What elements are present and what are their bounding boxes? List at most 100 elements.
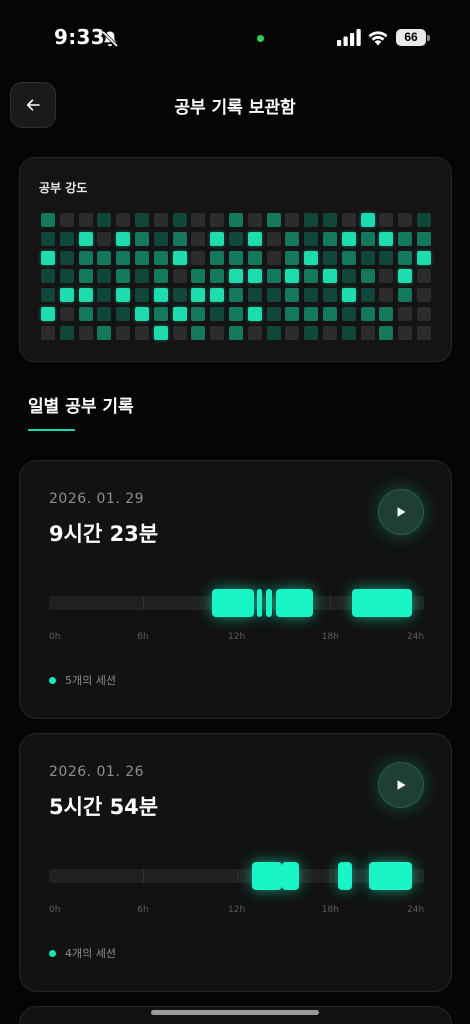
heatmap-cell — [191, 250, 206, 265]
heatmap-cell — [398, 213, 413, 227]
heatmap-cell — [304, 325, 319, 340]
study-session-bar[interactable] — [211, 589, 254, 617]
heatmap-cell — [228, 306, 243, 321]
heatmap-cell — [210, 213, 225, 227]
heatmap-cell — [153, 269, 168, 284]
heatmap-cell — [379, 306, 394, 321]
heatmap-cell — [341, 231, 356, 246]
day-record-card[interactable]: 2026. 01. 26 5시간 54분 0h 6h 12h 18h 24h 4개의 세… — [19, 733, 452, 992]
heatmap-cell — [78, 213, 93, 227]
heatmap-cell — [228, 231, 243, 246]
heatmap-cell — [153, 213, 168, 227]
heatmap-cell — [285, 306, 300, 321]
play-button[interactable] — [378, 489, 424, 535]
heatmap-cell — [379, 288, 394, 303]
heatmap-cell — [172, 269, 187, 284]
heatmap-cell — [379, 250, 394, 265]
heatmap-cell — [210, 250, 225, 265]
session-dot — [49, 677, 56, 684]
heatmap-cell — [59, 306, 74, 321]
heatmap-cell — [153, 288, 168, 303]
heatmap-cell — [360, 213, 375, 227]
heatmap-cell — [379, 325, 394, 340]
heatmap-cell — [97, 306, 112, 321]
heatmap-cell — [379, 213, 394, 227]
heatmap-cell — [247, 269, 262, 284]
heatmap-cell — [78, 325, 93, 340]
study-session-bar[interactable] — [281, 862, 299, 890]
study-session-bar[interactable] — [266, 589, 273, 617]
heatmap-cell — [228, 269, 243, 284]
heatmap-cell — [172, 213, 187, 227]
day-duration: 9시간 23분 — [49, 522, 159, 546]
heatmap-cell — [59, 269, 74, 284]
heatmap-cell — [398, 231, 413, 246]
play-button[interactable] — [378, 762, 424, 808]
axis-label: 24h — [407, 632, 425, 642]
heatmap-cell — [398, 325, 413, 340]
heatmap-cell — [398, 306, 413, 321]
heatmap-cell — [78, 231, 93, 246]
heatmap-cell — [322, 250, 337, 265]
heatmap-cell — [59, 325, 74, 340]
timeline-tick — [236, 869, 238, 883]
study-session-bar[interactable] — [369, 862, 412, 890]
day-record-card[interactable]: 2026. 01. 29 9시간 23분 0h 6h 12h 18h 24h 5개의 세… — [19, 460, 452, 719]
axis-label: 6h — [137, 905, 149, 915]
privacy-indicator-dot — [257, 35, 264, 42]
heatmap-cell — [41, 250, 55, 265]
session-dot — [49, 950, 56, 957]
heatmap-cell — [266, 213, 281, 227]
heatmap-cell — [322, 325, 337, 340]
heatmap-cell — [285, 288, 300, 303]
heatmap-cell — [97, 231, 112, 246]
study-session-bar[interactable] — [338, 862, 353, 890]
study-session-bar[interactable] — [275, 589, 314, 617]
heatmap-cell — [247, 288, 262, 303]
heatmap-cell — [172, 325, 187, 340]
heatmap-cell — [322, 306, 337, 321]
heatmap-cell — [41, 288, 55, 303]
heatmap-cell — [191, 288, 206, 303]
heatmap-cell — [266, 325, 281, 340]
heatmap-cell — [59, 213, 74, 227]
day-record-card-partial[interactable] — [19, 1006, 452, 1024]
heatmap-cell — [172, 231, 187, 246]
heatmap-cell — [191, 269, 206, 284]
study-session-bar[interactable] — [256, 589, 262, 617]
heatmap-cell — [134, 213, 149, 227]
heatmap-cell — [322, 213, 337, 227]
heatmap-cell — [191, 213, 206, 227]
page-title: 공부 기록 보관함 — [174, 98, 296, 118]
heatmap-cell — [97, 213, 112, 227]
heatmap-cell — [266, 269, 281, 284]
session-count: 5개의 세션 — [65, 674, 116, 687]
timeline-tick — [142, 869, 144, 883]
heatmap-cell — [210, 231, 225, 246]
battery-indicator: 66 — [396, 29, 430, 46]
day-duration: 5시간 54분 — [49, 795, 159, 819]
study-session-bar[interactable] — [252, 862, 282, 890]
heatmap-cell — [341, 250, 356, 265]
study-session-bar[interactable] — [352, 589, 412, 617]
heatmap-cell — [285, 213, 300, 227]
heatmap-cell — [78, 269, 93, 284]
intensity-heatmap — [41, 213, 431, 340]
status-bar: 9:33 66 — [0, 0, 470, 76]
heatmap-cell — [360, 269, 375, 284]
heatmap-cell — [322, 288, 337, 303]
heatmap-cell — [304, 231, 319, 246]
axis-label: 0h — [49, 905, 61, 915]
heatmap-cell — [97, 250, 112, 265]
heatmap-cell — [172, 306, 187, 321]
wifi-icon — [368, 31, 388, 46]
heatmap-cell — [59, 288, 74, 303]
heatmap-cell — [134, 269, 149, 284]
heatmap-cell — [285, 269, 300, 284]
heatmap-cell — [266, 250, 281, 265]
status-time: 9:33 — [54, 25, 105, 49]
play-icon — [397, 780, 406, 790]
heatmap-cell — [304, 269, 319, 284]
heatmap-cell — [41, 269, 55, 284]
axis-label: 6h — [137, 632, 149, 642]
